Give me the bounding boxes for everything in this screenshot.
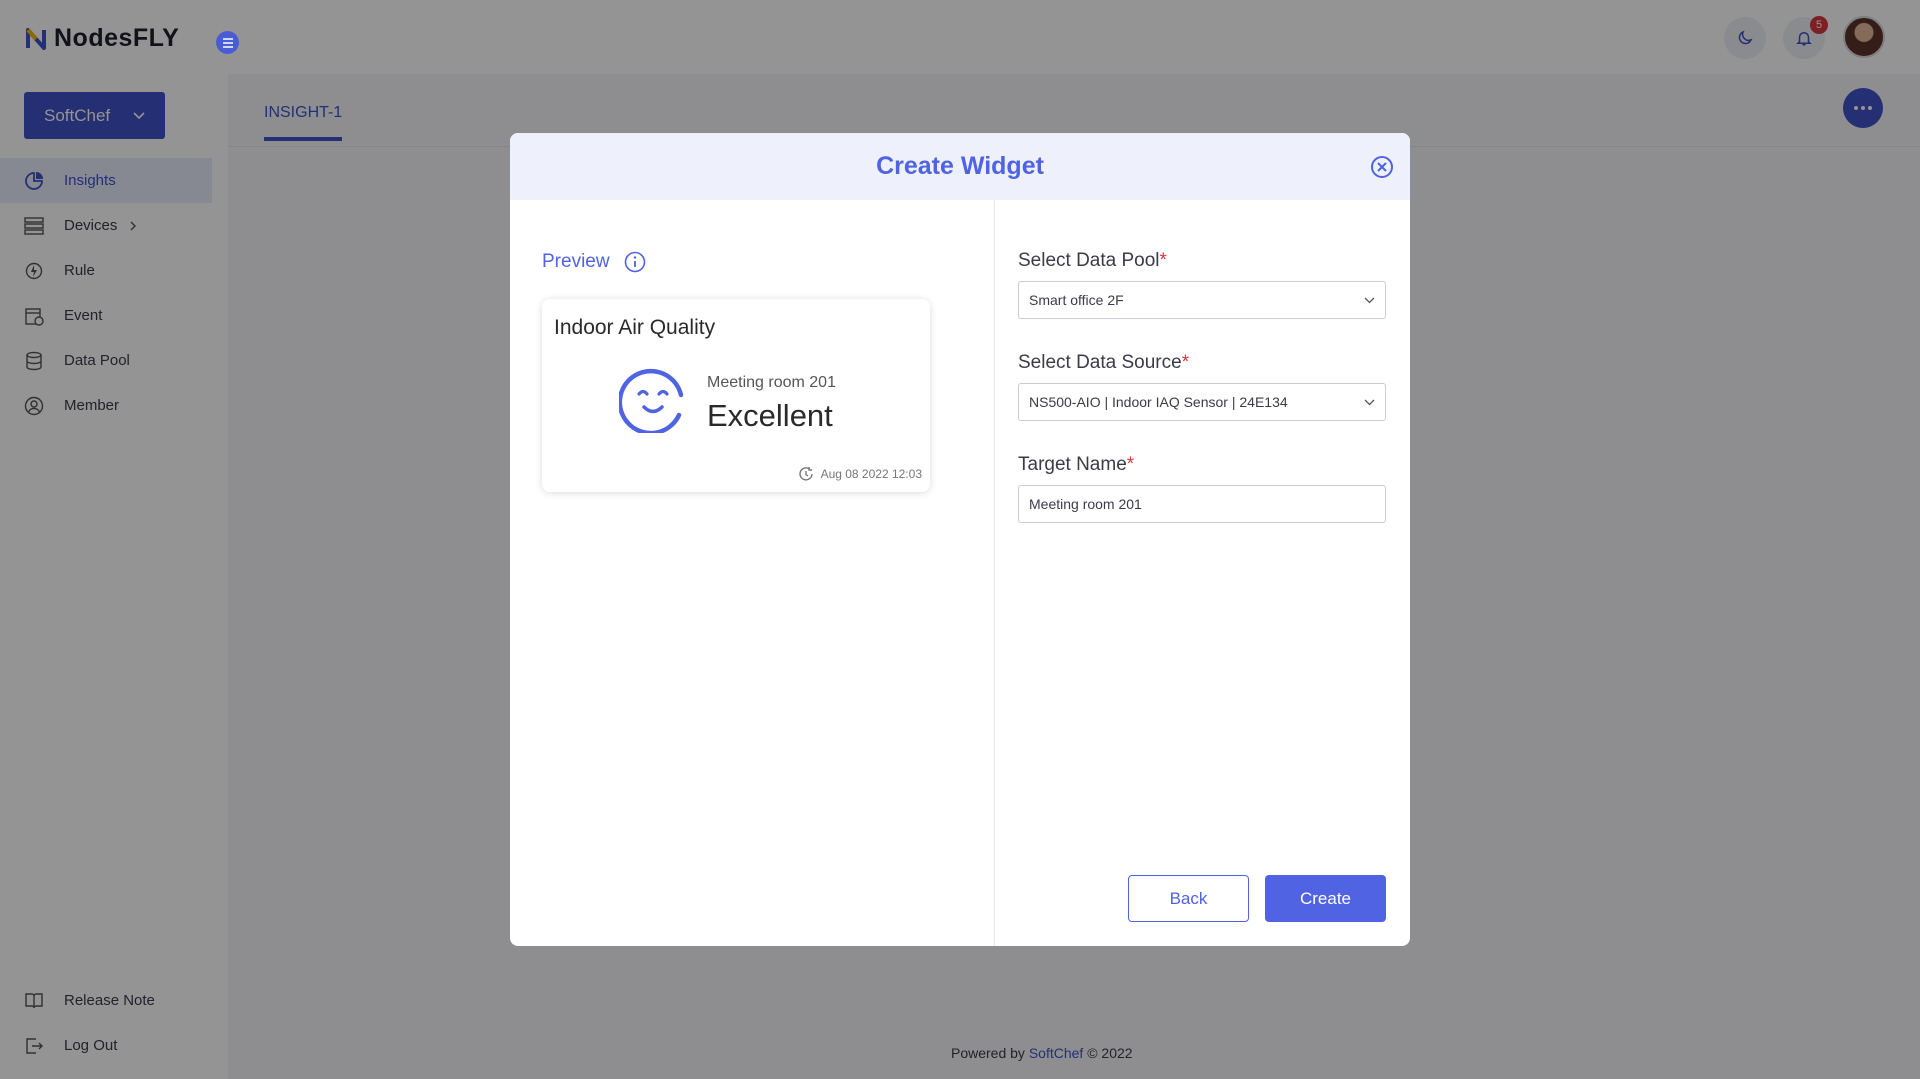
required-mark: * <box>1159 250 1167 271</box>
widget-target-name: Meeting room 201 <box>707 374 836 391</box>
create-widget-dialog: Create Widget Preview Indoor Air Quality… <box>510 133 1410 946</box>
data-source-label: Select Data Source* <box>1018 352 1190 373</box>
data-pool-select[interactable]: Smart office 2F <box>1018 281 1386 319</box>
target-name-input[interactable] <box>1029 496 1375 512</box>
chevron-down-icon <box>1364 399 1375 405</box>
chevron-down-icon <box>1364 297 1375 303</box>
sidebar-collapse-button[interactable] <box>216 31 239 54</box>
create-button[interactable]: Create <box>1265 875 1386 922</box>
widget-title: Indoor Air Quality <box>554 316 716 339</box>
target-name-label: Target Name* <box>1018 454 1135 475</box>
dialog-column-divider <box>994 200 995 946</box>
data-pool-value: Smart office 2F <box>1029 292 1124 308</box>
timestamp-text: Aug 08 2022 12:03 <box>820 467 922 481</box>
back-button[interactable]: Back <box>1128 875 1249 922</box>
preview-header: Preview <box>542 251 646 273</box>
widget-status-value: Excellent <box>707 398 833 433</box>
dialog-header: Create Widget <box>510 133 1410 200</box>
menu-icon <box>222 37 233 48</box>
close-button[interactable] <box>1370 155 1394 179</box>
required-mark: * <box>1126 454 1135 475</box>
close-icon <box>1371 156 1393 178</box>
widget-timestamp: Aug 08 2022 12:03 <box>798 466 922 482</box>
data-source-select[interactable]: NS500-AIO | Indoor IAQ Sensor | 24E134 <box>1018 383 1386 421</box>
refresh-clock-icon <box>798 467 813 481</box>
widget-preview-card: Indoor Air Quality Meeting room 201 Exce… <box>542 299 930 492</box>
data-pool-label: Select Data Pool* <box>1018 250 1167 271</box>
required-mark: * <box>1181 352 1190 373</box>
smiley-face-icon <box>619 368 684 433</box>
target-name-field[interactable] <box>1018 485 1386 523</box>
dialog-title: Create Widget <box>876 152 1044 180</box>
info-icon[interactable] <box>624 251 646 273</box>
preview-label: Preview <box>542 251 610 272</box>
data-source-value: NS500-AIO | Indoor IAQ Sensor | 24E134 <box>1029 394 1288 410</box>
